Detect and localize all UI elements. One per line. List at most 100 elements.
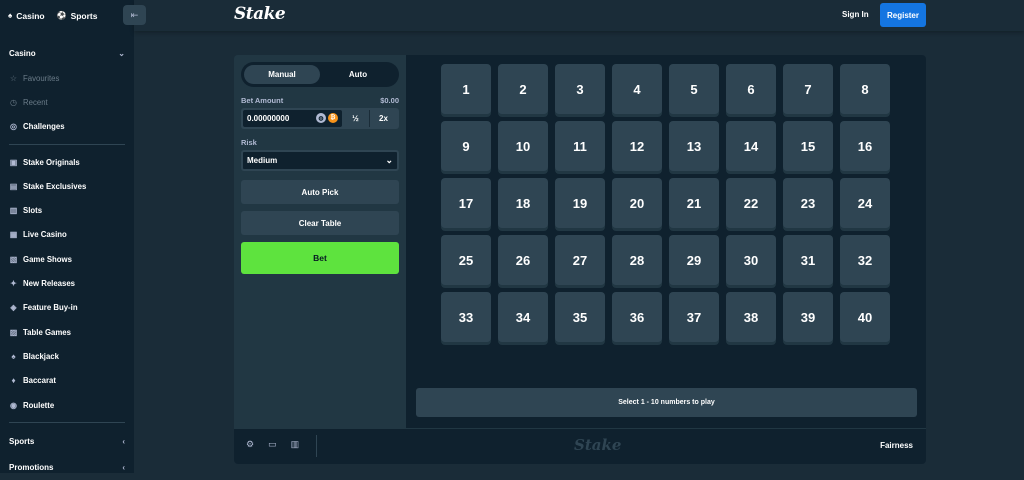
keno-tile[interactable]: 39 <box>783 292 833 342</box>
keno-tile[interactable]: 37 <box>669 292 719 342</box>
keno-tile[interactable]: 5 <box>669 64 719 114</box>
keno-tile[interactable]: 27 <box>555 235 605 285</box>
settings-icon[interactable]: ⚙ <box>246 439 254 450</box>
keno-tile[interactable]: 14 <box>726 121 776 171</box>
sidebar-item-blackjack[interactable]: ♠ Blackjack <box>9 344 125 368</box>
keno-tile[interactable]: 17 <box>441 178 491 228</box>
keno-tile[interactable]: 6 <box>726 64 776 114</box>
sidebar-collapse-button[interactable]: ⇤ <box>123 5 146 25</box>
keno-board: 1 2 3 4 5 6 7 8 9 10 11 12 13 14 15 16 17 18 19 20 21 22 23 24 2… <box>406 55 926 428</box>
stats-icon[interactable]: ▥ <box>291 439 300 450</box>
double-bet-button[interactable]: 2x <box>370 110 397 127</box>
keno-tile[interactable]: 4 <box>612 64 662 114</box>
sidebar-sports-heading[interactable]: Sports ‹ <box>9 428 125 454</box>
auto-tab[interactable]: Auto <box>320 65 396 84</box>
keno-tile[interactable]: 35 <box>555 292 605 342</box>
sidebar-item-favourites[interactable]: ☆ Favourites <box>9 66 125 90</box>
keno-tile[interactable]: 2 <box>498 64 548 114</box>
number-grid: 1 2 3 4 5 6 7 8 9 10 11 12 13 14 15 16 17 18 19 20 21 22 23 24 2… <box>441 64 890 342</box>
mode-toggle: Manual Auto <box>241 62 399 87</box>
keno-tile[interactable]: 11 <box>555 121 605 171</box>
half-bet-button[interactable]: ½ <box>342 110 370 127</box>
keno-tile[interactable]: 26 <box>498 235 548 285</box>
sidebar-item-label: Roulette <box>23 400 55 410</box>
casino-tab[interactable]: ♠ Casino <box>8 11 45 21</box>
sidebar-item-feature-buy-in[interactable]: ◈ Feature Buy-in <box>9 296 125 320</box>
keno-tile[interactable]: 3 <box>555 64 605 114</box>
fairness-link[interactable]: Fairness <box>880 441 913 450</box>
sign-in-link[interactable]: Sign In <box>842 10 869 19</box>
stake-logo[interactable]: Stake <box>234 4 286 24</box>
keno-tile[interactable]: 36 <box>612 292 662 342</box>
sidebar-item-label: Challenges <box>23 122 65 132</box>
keno-tile[interactable]: 20 <box>612 178 662 228</box>
sidebar-item-new-releases[interactable]: ✦ New Releases <box>9 271 125 295</box>
keno-tile[interactable]: 16 <box>840 121 890 171</box>
keno-tile[interactable]: 32 <box>840 235 890 285</box>
keno-tile[interactable]: 1 <box>441 64 491 114</box>
keno-tile[interactable]: 12 <box>612 121 662 171</box>
clear-table-button[interactable]: Clear Table <box>241 211 399 235</box>
sidebar-item-recent[interactable]: ◷ Recent <box>9 90 125 114</box>
sidebar-item-baccarat[interactable]: ♦ Baccarat <box>9 369 125 393</box>
keno-tile[interactable]: 31 <box>783 235 833 285</box>
baccarat-icon: ♦ <box>11 376 16 386</box>
keno-tile[interactable]: 30 <box>726 235 776 285</box>
keno-tile[interactable]: 23 <box>783 178 833 228</box>
keno-tile[interactable]: 40 <box>840 292 890 342</box>
keno-tile[interactable]: 10 <box>498 121 548 171</box>
keno-tile[interactable]: 33 <box>441 292 491 342</box>
keno-tile[interactable]: 21 <box>669 178 719 228</box>
sidebar-item-label: Slots <box>23 206 43 216</box>
bet-button[interactable]: Bet <box>241 242 399 274</box>
manual-tab[interactable]: Manual <box>244 65 320 84</box>
bet-panel: Manual Auto Bet Amount $0.00 0.00000000 … <box>234 55 406 428</box>
risk-value: Medium <box>247 156 278 165</box>
sidebar-item-label: Feature Buy-in <box>23 303 78 313</box>
keno-tile[interactable]: 24 <box>840 178 890 228</box>
keno-tile[interactable]: 9 <box>441 121 491 171</box>
sidebar-item-stake-exclusives[interactable]: ▤ Stake Exclusives <box>9 174 125 198</box>
footer-divider <box>316 435 317 457</box>
sidebar-item-challenges[interactable]: ◎ Challenges <box>9 115 125 139</box>
bet-amount-input[interactable]: 0.00000000 ◍ ₿ <box>243 110 342 127</box>
keno-tile[interactable]: 8 <box>840 64 890 114</box>
sidebar-item-table-games[interactable]: ▨ Table Games <box>9 320 125 344</box>
game-footer: ⚙ ▭ ▥ Stake Fairness <box>234 428 926 464</box>
sidebar-item-stake-originals[interactable]: ▣ Stake Originals <box>9 150 125 174</box>
keno-tile[interactable]: 28 <box>612 235 662 285</box>
sidebar-item-game-shows[interactable]: ▧ Game Shows <box>9 247 125 271</box>
risk-label: Risk <box>241 138 257 147</box>
keno-tile[interactable]: 13 <box>669 121 719 171</box>
token-icon: ◍ <box>316 113 326 123</box>
keno-tile[interactable]: 19 <box>555 178 605 228</box>
sidebar-casino-heading[interactable]: Casino ⌄ <box>9 40 125 66</box>
keno-tile[interactable]: 29 <box>669 235 719 285</box>
favourites-icon: ☆ <box>9 73 18 83</box>
auto-pick-button[interactable]: Auto Pick <box>241 180 399 204</box>
ball-icon: ⚽ <box>56 11 67 20</box>
sidebar-item-slots[interactable]: ▥ Slots <box>9 198 125 222</box>
footer-logo: Stake <box>574 436 622 454</box>
risk-select[interactable]: Medium ⌄ <box>241 150 399 171</box>
divider <box>9 422 125 424</box>
bet-amount-value: 0.00000000 <box>247 114 290 123</box>
register-button[interactable]: Register <box>880 3 926 27</box>
sidebar-promotions-heading[interactable]: Promotions ‹ <box>9 454 125 480</box>
keno-tile[interactable]: 7 <box>783 64 833 114</box>
stake-exclusives-icon: ▤ <box>9 181 18 191</box>
keno-tile[interactable]: 34 <box>498 292 548 342</box>
sports-tab[interactable]: ⚽ Sports <box>57 11 98 21</box>
sidebar-item-label: Stake Exclusives <box>23 181 87 191</box>
sidebar-item-roulette[interactable]: ◉ Roulette <box>9 393 125 417</box>
sidebar-item-label: Game Shows <box>23 254 72 264</box>
roulette-icon: ◉ <box>10 400 17 410</box>
keno-tile[interactable]: 22 <box>726 178 776 228</box>
keno-tile[interactable]: 15 <box>783 121 833 171</box>
keno-tile[interactable]: 25 <box>441 235 491 285</box>
new-releases-icon: ✦ <box>10 279 17 289</box>
keno-tile[interactable]: 18 <box>498 178 548 228</box>
keno-tile[interactable]: 38 <box>726 292 776 342</box>
sidebar-item-live-casino[interactable]: ▦ Live Casino <box>9 223 125 247</box>
theatre-mode-icon[interactable]: ▭ <box>268 439 277 450</box>
